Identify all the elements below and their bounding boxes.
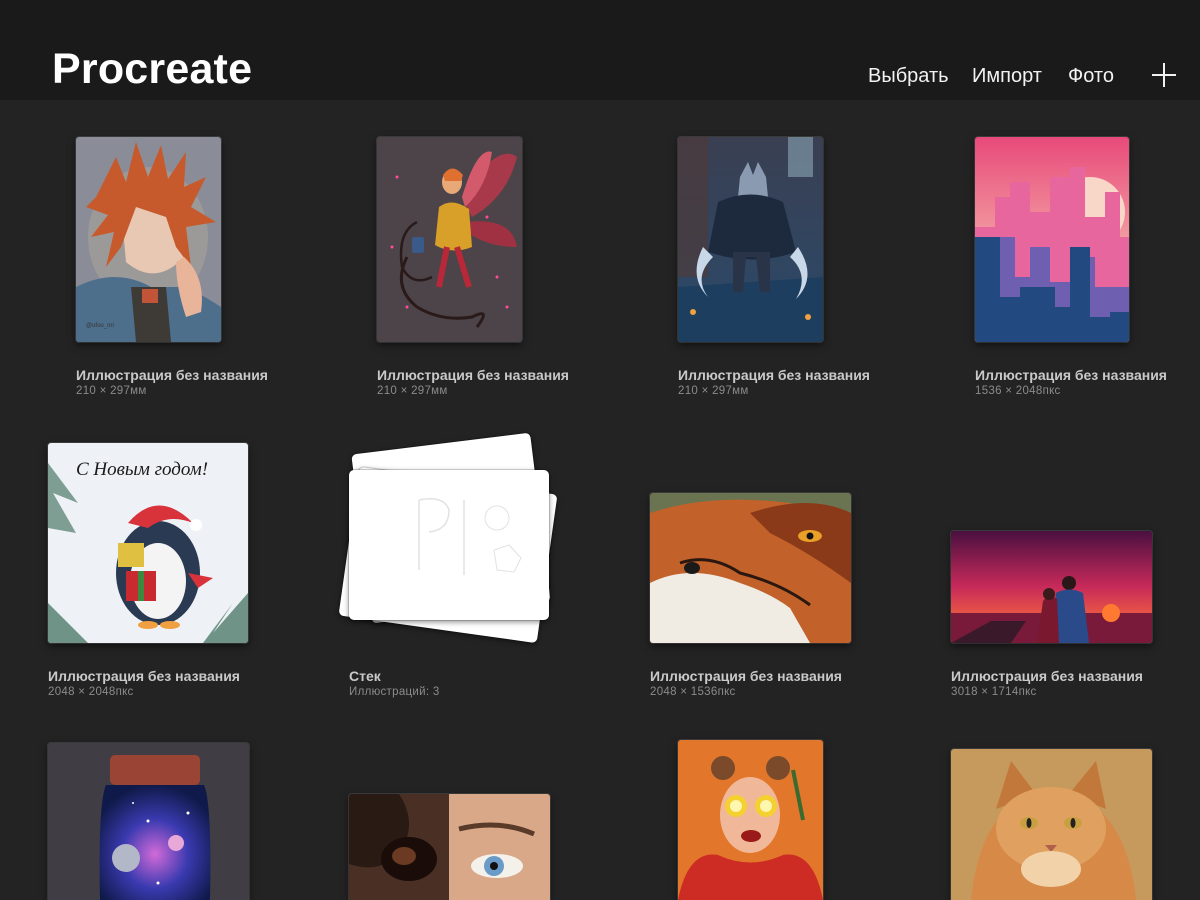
artwork-thumbnail[interactable]	[975, 137, 1129, 342]
artwork-image	[377, 137, 522, 342]
app-title: Procreate	[52, 45, 253, 93]
artwork-size: 2048 × 2048пкс	[48, 686, 134, 698]
artwork-size: 3018 × 1714пкс	[951, 686, 1037, 698]
stack-count: Иллюстраций: 3	[349, 686, 440, 698]
artwork-title: Иллюстрация без названия	[76, 367, 268, 383]
artwork-image	[951, 749, 1152, 900]
stack-title: Стек	[349, 668, 381, 684]
artwork-thumbnail[interactable]: С Новым годом!	[48, 443, 248, 643]
artwork-title: Иллюстрация без названия	[975, 367, 1167, 383]
artwork-title: Иллюстрация без названия	[48, 668, 240, 684]
artwork-thumbnail[interactable]	[377, 137, 522, 342]
artwork-inscription: С Новым годом!	[76, 459, 208, 480]
artwork-title: Иллюстрация без названия	[650, 668, 842, 684]
photo-button[interactable]: Фото	[1068, 64, 1114, 88]
artwork-size: 1536 × 2048пкс	[975, 385, 1061, 397]
artwork-image	[650, 493, 851, 643]
svg-text:@ufoo_nri: @ufoo_nri	[86, 323, 114, 329]
stack-card-front	[349, 470, 549, 620]
artwork-thumbnail[interactable]	[678, 137, 823, 342]
artwork-image: @ufoo_nri	[76, 137, 221, 342]
artwork-title: Иллюстрация без названия	[678, 367, 870, 383]
stack-thumbnail[interactable]	[336, 425, 572, 665]
artwork-thumbnail[interactable]	[951, 749, 1152, 900]
artwork-thumbnail[interactable]	[951, 531, 1152, 643]
sketch-image	[418, 498, 522, 575]
import-button[interactable]: Импорт	[972, 64, 1042, 88]
artwork-image	[678, 137, 823, 342]
artwork-thumbnail[interactable]	[678, 740, 823, 900]
artwork-size: 210 × 297мм	[76, 385, 147, 397]
artwork-image	[48, 743, 249, 900]
artwork-thumbnail[interactable]	[48, 743, 249, 900]
artwork-thumbnail[interactable]	[650, 493, 851, 643]
artwork-size: 210 × 297мм	[377, 385, 448, 397]
artwork-thumbnail[interactable]	[349, 794, 550, 900]
artwork-size: 210 × 297мм	[678, 385, 749, 397]
artwork-thumbnail[interactable]: @ufoo_nri	[76, 137, 221, 342]
plus-icon[interactable]	[1152, 63, 1176, 87]
artwork-image	[951, 531, 1152, 643]
artwork-title: Иллюстрация без названия	[951, 668, 1143, 684]
artwork-image: С Новым годом!	[48, 443, 248, 643]
artwork-size: 2048 × 1536пкс	[650, 686, 736, 698]
artwork-title: Иллюстрация без названия	[377, 367, 569, 383]
artwork-image	[678, 740, 823, 900]
artwork-image	[349, 794, 550, 900]
select-button[interactable]: Выбрать	[868, 64, 949, 88]
artwork-image	[975, 137, 1129, 342]
top-bar: Procreate Выбрать Импорт Фото	[0, 0, 1200, 100]
